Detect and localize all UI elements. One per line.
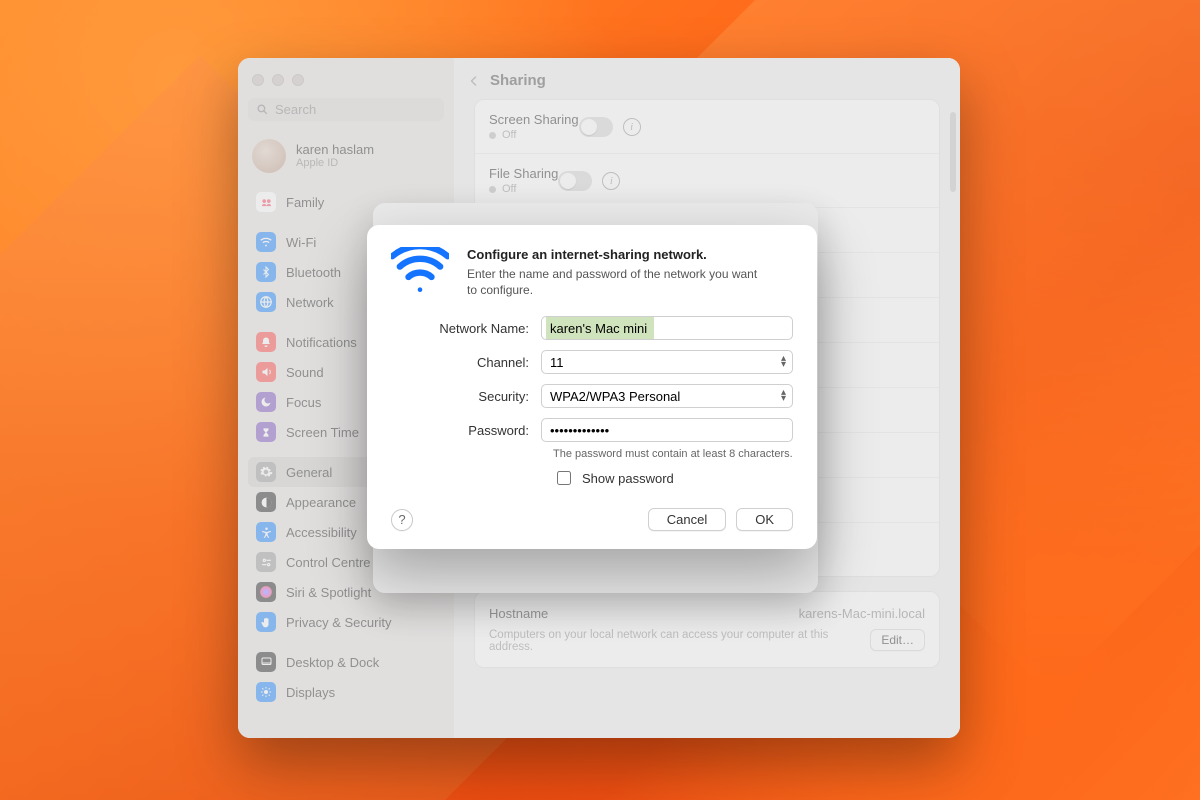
gear-icon bbox=[256, 462, 276, 482]
dialog-title: Configure an internet-sharing network. bbox=[467, 247, 767, 262]
password-field[interactable] bbox=[541, 418, 793, 442]
zoom-dot[interactable] bbox=[292, 74, 304, 86]
avatar bbox=[252, 139, 286, 173]
sidebar-item-label: Bluetooth bbox=[286, 265, 341, 280]
moon-icon bbox=[256, 392, 276, 412]
toggle[interactable] bbox=[558, 171, 592, 191]
dialog-subtitle: Enter the name and password of the netwo… bbox=[467, 266, 767, 298]
cancel-button[interactable]: Cancel bbox=[648, 508, 726, 531]
show-password-box[interactable] bbox=[557, 471, 571, 485]
siri-icon bbox=[256, 582, 276, 602]
dock-icon bbox=[256, 652, 276, 672]
hourglass-icon bbox=[256, 422, 276, 442]
cc-icon bbox=[256, 552, 276, 572]
close-dot[interactable] bbox=[252, 74, 264, 86]
sidebar-item-label: Appearance bbox=[286, 495, 356, 510]
hand-icon bbox=[256, 612, 276, 632]
back-button[interactable] bbox=[468, 73, 480, 89]
sidebar-item-label: Siri & Spotlight bbox=[286, 585, 371, 600]
sidebar-item-label: Wi-Fi bbox=[286, 235, 316, 250]
sidebar-item-label: Accessibility bbox=[286, 525, 357, 540]
sidebar-item-label: Notifications bbox=[286, 335, 357, 350]
hostname-label: Hostname bbox=[489, 606, 548, 621]
account-name: karen haslam bbox=[296, 143, 374, 157]
sound-icon bbox=[256, 362, 276, 382]
account-row[interactable]: karen haslam Apple ID bbox=[248, 133, 444, 185]
sidebar-item-displays[interactable]: Displays bbox=[248, 677, 444, 707]
wifi-icon bbox=[391, 247, 449, 292]
hostname-description: Computers on your local network can acce… bbox=[489, 629, 858, 653]
wifi-icon bbox=[256, 232, 276, 252]
sharing-row-status: Off bbox=[489, 129, 579, 141]
sidebar-item-label: Displays bbox=[286, 685, 335, 700]
security-label: Security: bbox=[391, 389, 541, 404]
password-label: Password: bbox=[391, 423, 541, 438]
access-icon bbox=[256, 522, 276, 542]
sidebar-item-label: Desktop & Dock bbox=[286, 655, 379, 670]
channel-select[interactable]: 11 ▴▾ bbox=[541, 350, 793, 374]
sidebar-item-label: Family bbox=[286, 195, 324, 210]
hostname-panel: Hostname karens-Mac-mini.local Computers… bbox=[474, 591, 940, 668]
sidebar-item-label: Screen Time bbox=[286, 425, 359, 440]
page-title: Sharing bbox=[490, 72, 546, 89]
sharing-row-title: File Sharing bbox=[489, 166, 558, 181]
account-sub: Apple ID bbox=[296, 157, 374, 169]
minimize-dot[interactable] bbox=[272, 74, 284, 86]
configure-network-dialog: Configure an internet-sharing network. E… bbox=[367, 225, 817, 549]
password-hint: The password must contain at least 8 cha… bbox=[553, 448, 793, 460]
window-controls bbox=[248, 72, 444, 96]
network-name-label: Network Name: bbox=[391, 321, 541, 336]
sidebar-item-label: General bbox=[286, 465, 332, 480]
sidebar-item-label: Sound bbox=[286, 365, 324, 380]
search-input[interactable]: Search bbox=[248, 98, 444, 121]
ok-button[interactable]: OK bbox=[736, 508, 793, 531]
scrollbar[interactable] bbox=[950, 112, 956, 192]
edit-hostname-button[interactable]: Edit… bbox=[870, 629, 925, 651]
sharing-row-title: Screen Sharing bbox=[489, 112, 579, 127]
search-placeholder: Search bbox=[275, 102, 316, 117]
hostname-value: karens-Mac-mini.local bbox=[799, 606, 925, 621]
info-icon[interactable]: i bbox=[623, 118, 641, 136]
network-name-field[interactable] bbox=[541, 316, 793, 340]
bell-icon bbox=[256, 332, 276, 352]
search-icon bbox=[256, 103, 269, 116]
sidebar-item-desktop-dock[interactable]: Desktop & Dock bbox=[248, 647, 444, 677]
sidebar-item-label: Privacy & Security bbox=[286, 615, 391, 630]
sharing-row: File Sharing Off i bbox=[475, 153, 939, 207]
display-icon bbox=[256, 682, 276, 702]
sidebar-item-label: Control Centre bbox=[286, 555, 371, 570]
security-select[interactable]: WPA2/WPA3 Personal ▴▾ bbox=[541, 384, 793, 408]
sharing-row: Screen Sharing Off i bbox=[475, 100, 939, 153]
sidebar-item-label: Network bbox=[286, 295, 334, 310]
bt-icon bbox=[256, 262, 276, 282]
sharing-row-status: Off bbox=[489, 183, 558, 195]
help-button[interactable]: ? bbox=[391, 509, 413, 531]
stepper-icon: ▴▾ bbox=[781, 356, 786, 368]
appear-icon bbox=[256, 492, 276, 512]
sidebar-item-privacy-security[interactable]: Privacy & Security bbox=[248, 607, 444, 637]
show-password-checkbox[interactable]: Show password bbox=[553, 468, 793, 488]
stepper-icon: ▴▾ bbox=[781, 390, 786, 402]
sidebar-item-label: Focus bbox=[286, 395, 321, 410]
👪-icon bbox=[256, 192, 276, 212]
toggle[interactable] bbox=[579, 117, 613, 137]
info-icon[interactable]: i bbox=[602, 172, 620, 190]
channel-label: Channel: bbox=[391, 355, 541, 370]
globe-icon bbox=[256, 292, 276, 312]
